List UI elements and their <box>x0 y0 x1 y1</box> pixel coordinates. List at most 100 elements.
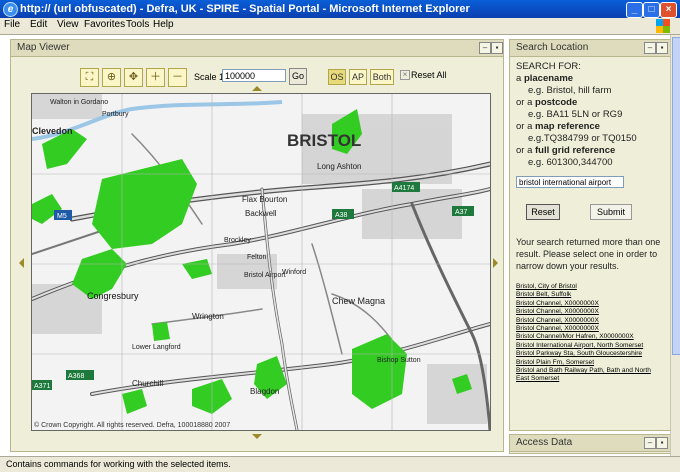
access-data-panel: Access Data – ▪ <box>509 434 671 454</box>
label-backwell: Backwell <box>245 209 277 218</box>
layer-os-toggle[interactable]: OS <box>328 69 346 85</box>
label-churchill: Churchill <box>132 379 163 388</box>
browser-content: Map Viewer – ▪ ⛶ ⊕ ✥ ＋ － Scale 1: Go OS … <box>0 35 680 456</box>
access-data-title: Access Data <box>516 437 573 448</box>
search-message: Your search returned more than one resul… <box>516 237 661 271</box>
label-congresbury: Congresbury <box>87 291 139 301</box>
access-collapse-button[interactable]: – <box>644 437 656 449</box>
results-list: Bristol, City of Bristol Bristol Belt, S… <box>516 283 664 384</box>
label-felton: Felton <box>247 254 267 261</box>
search-location-header: Search Location – ▪ <box>510 40 670 57</box>
label-lower-langford: Lower Langford <box>132 344 181 351</box>
map-copyright: © Crown Copyright. All rights reserved. … <box>34 421 230 429</box>
vertical-scrollbar[interactable] <box>670 35 680 456</box>
search-location-title: Search Location <box>516 42 589 53</box>
label-bristol-airport: Bristol Airport <box>244 272 286 279</box>
windows-logo-icon <box>656 19 670 33</box>
label-m5: M5 <box>57 213 67 220</box>
label-clevedon: Clevedon <box>32 126 73 136</box>
result-link[interactable]: Bristol International Airport, North Som… <box>516 342 664 350</box>
reset-all-icon[interactable]: × <box>400 70 410 80</box>
zoom-out-icon[interactable]: － <box>168 68 187 87</box>
label-a38: A38 <box>335 212 348 219</box>
pan-icon[interactable]: ✥ <box>124 68 143 87</box>
status-text: Contains commands for working with the s… <box>6 459 231 469</box>
status-bar: Contains commands for working with the s… <box>0 456 680 472</box>
pan-west-arrow[interactable] <box>14 258 24 268</box>
menu-view[interactable]: View <box>57 19 79 30</box>
search-line-placename: a placename <box>516 73 574 84</box>
result-link[interactable]: Bristol Channel/Mor Hafren, X0000000X <box>516 333 664 341</box>
pan-south-arrow[interactable] <box>252 434 262 444</box>
map-viewer-header: Map Viewer – ▪ <box>11 40 503 57</box>
result-link[interactable]: Bristol Channel, X0000000X <box>516 308 664 316</box>
scrollbar-thumb[interactable] <box>672 37 680 355</box>
collapse-button[interactable]: – <box>479 42 491 54</box>
label-a370: A371 <box>34 383 50 390</box>
result-link[interactable]: Bristol Plain Fm, Somerset <box>516 359 664 367</box>
reset-button[interactable]: Reset <box>526 204 560 220</box>
maximize-panel-button[interactable]: ▪ <box>491 42 503 54</box>
access-data-header: Access Data – ▪ <box>510 435 670 452</box>
result-link[interactable]: Bristol, City of Bristol <box>516 283 664 291</box>
label-walton: Walton in Gordano <box>50 99 108 106</box>
pan-north-arrow[interactable] <box>252 81 262 91</box>
result-link[interactable]: Bristol Parkway Sta, South Gloucestershi… <box>516 350 664 358</box>
search-location-panel: Search Location – ▪ SEARCH FOR: a placen… <box>509 39 671 431</box>
result-link[interactable]: Bristol Channel, X0000000X <box>516 317 664 325</box>
reset-all-link[interactable]: Reset All <box>411 70 447 80</box>
submit-button[interactable]: Submit <box>590 204 632 220</box>
menu-favorites[interactable]: Favorites <box>84 19 125 30</box>
access-maximize-button[interactable]: ▪ <box>656 437 668 449</box>
label-wrington: Wrington <box>192 312 224 321</box>
zoom-in-icon[interactable]: ＋ <box>146 68 165 87</box>
result-link[interactable]: Bristol Channel, X0000000X <box>516 325 664 333</box>
result-link[interactable]: Bristol Belt, Suffolk <box>516 291 664 299</box>
layer-both-toggle[interactable]: Both <box>370 69 394 85</box>
example-postcode: e.g. BA11 5LN or RG9 <box>528 109 623 120</box>
search-collapse-button[interactable]: – <box>644 42 656 54</box>
label-winford: Winford <box>282 269 306 276</box>
search-input[interactable] <box>516 176 624 188</box>
recenter-icon[interactable]: ⊕ <box>102 68 121 87</box>
label-blagdon: Blagdon <box>250 387 279 396</box>
label-bristol: BRISTOL <box>287 131 361 150</box>
label-a37: A37 <box>455 209 468 216</box>
example-grid-reference: e.g. 601300,344700 <box>528 157 613 168</box>
layer-ap-toggle[interactable]: AP <box>349 69 367 85</box>
ie-icon: e <box>3 2 18 17</box>
pan-east-arrow[interactable] <box>493 258 503 268</box>
full-extent-icon[interactable]: ⛶ <box>80 68 99 87</box>
search-line-postcode: or a postcode <box>516 97 578 108</box>
label-bishop-sutton: Bishop Sutton <box>377 357 421 364</box>
map-viewer-title: Map Viewer <box>17 42 70 53</box>
search-maximize-button[interactable]: ▪ <box>656 42 668 54</box>
maximize-button[interactable]: □ <box>643 2 660 18</box>
example-map-reference: e.g.TQ384799 or TQ0150 <box>528 133 637 144</box>
close-button[interactable]: × <box>660 2 677 18</box>
result-link[interactable]: Bristol Channel, X0000000X <box>516 300 664 308</box>
os-map-svg: Walton in Gordano Portbury Clevedon BRIS… <box>32 94 490 430</box>
label-brockley: Brockley <box>224 237 251 244</box>
window-title: http:// (url obfuscated) - Defra, UK - S… <box>20 3 470 15</box>
menu-edit[interactable]: Edit <box>30 19 47 30</box>
label-a4174: A4174 <box>394 185 414 192</box>
label-portbury: Portbury <box>102 111 129 118</box>
search-instructions: SEARCH FOR: a placename e.g. Bristol, hi… <box>516 61 664 169</box>
title-bar: e http:// (url obfuscated) - Defra, UK -… <box>0 0 680 18</box>
search-heading: SEARCH FOR: <box>516 61 581 72</box>
label-flax-bourton: Flax Bourton <box>242 195 287 204</box>
menu-bar: File Edit View Favorites Tools Help <box>0 18 680 35</box>
example-placename: e.g. Bristol, hill farm <box>528 85 612 96</box>
minimize-button[interactable]: _ <box>626 2 643 18</box>
menu-file[interactable]: File <box>4 19 20 30</box>
menu-help[interactable]: Help <box>153 19 174 30</box>
search-line-grid-reference: or a full grid reference <box>516 145 616 156</box>
menu-tools[interactable]: Tools <box>126 19 149 30</box>
label-long-ashton: Long Ashton <box>317 162 361 171</box>
search-line-map-reference: or a map reference <box>516 121 600 132</box>
result-link[interactable]: Bristol and Bath Railway Path, Bath and … <box>516 367 664 384</box>
label-chew-magna: Chew Magna <box>332 296 385 306</box>
map-image[interactable]: Walton in Gordano Portbury Clevedon BRIS… <box>31 93 491 431</box>
go-button[interactable]: Go <box>289 68 307 85</box>
